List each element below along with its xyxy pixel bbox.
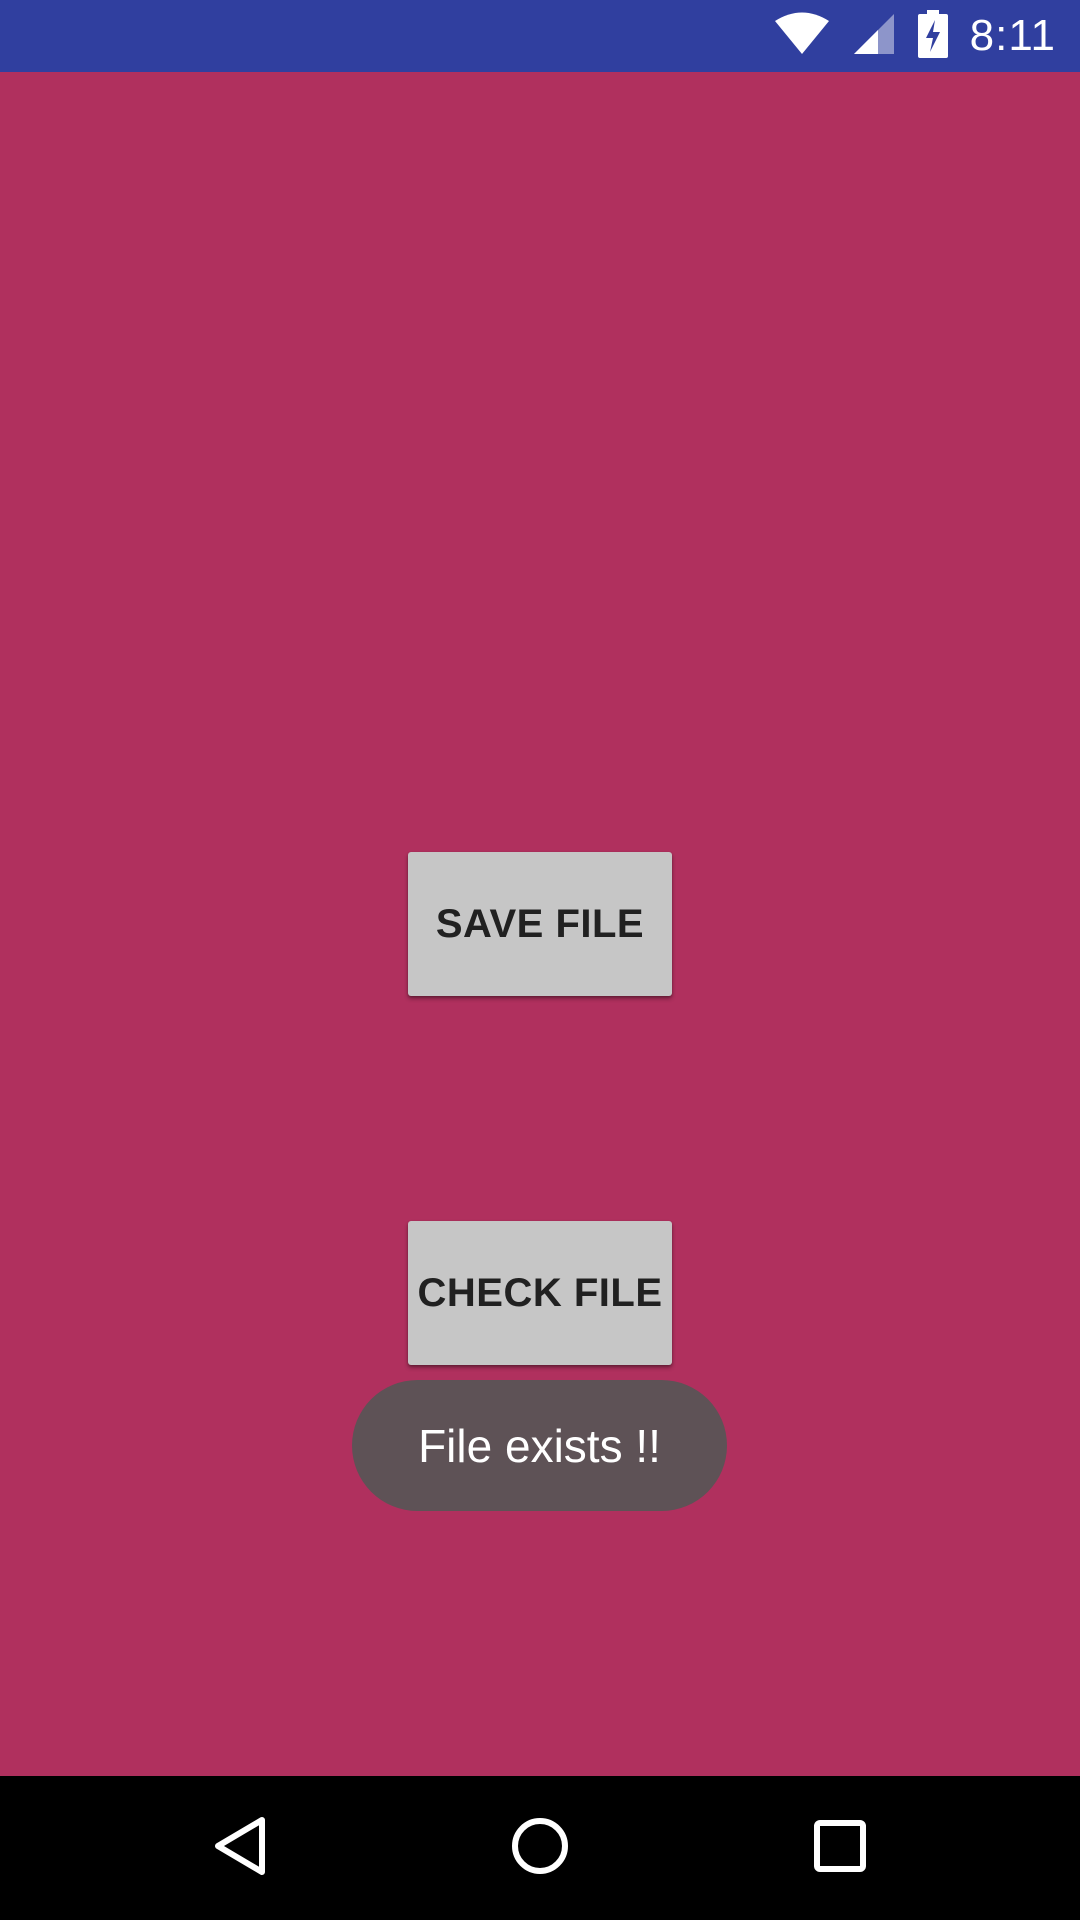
battery-charging-icon	[917, 9, 948, 63]
save-file-button[interactable]: SAVE FILE	[408, 852, 672, 996]
status-time: 8:11	[969, 11, 1056, 60]
back-icon	[212, 1816, 268, 1881]
wifi-icon	[774, 12, 830, 61]
status-bar: 8:11	[0, 0, 1080, 72]
status-icons: 8:11	[774, 0, 1056, 72]
recents-button[interactable]	[760, 1776, 920, 1920]
check-file-button[interactable]: CHECK FILE	[408, 1221, 672, 1365]
screen: 8:11 SAVE FILE CHECK FILE File exists !!	[0, 0, 1080, 1920]
navigation-bar	[0, 1776, 1080, 1920]
recents-icon	[813, 1819, 867, 1878]
toast-message: File exists !!	[352, 1380, 727, 1511]
home-icon	[510, 1816, 570, 1881]
home-button[interactable]	[460, 1776, 620, 1920]
back-button[interactable]	[160, 1776, 320, 1920]
cell-signal-icon	[852, 12, 896, 61]
main-content: SAVE FILE CHECK FILE	[0, 72, 1080, 1776]
